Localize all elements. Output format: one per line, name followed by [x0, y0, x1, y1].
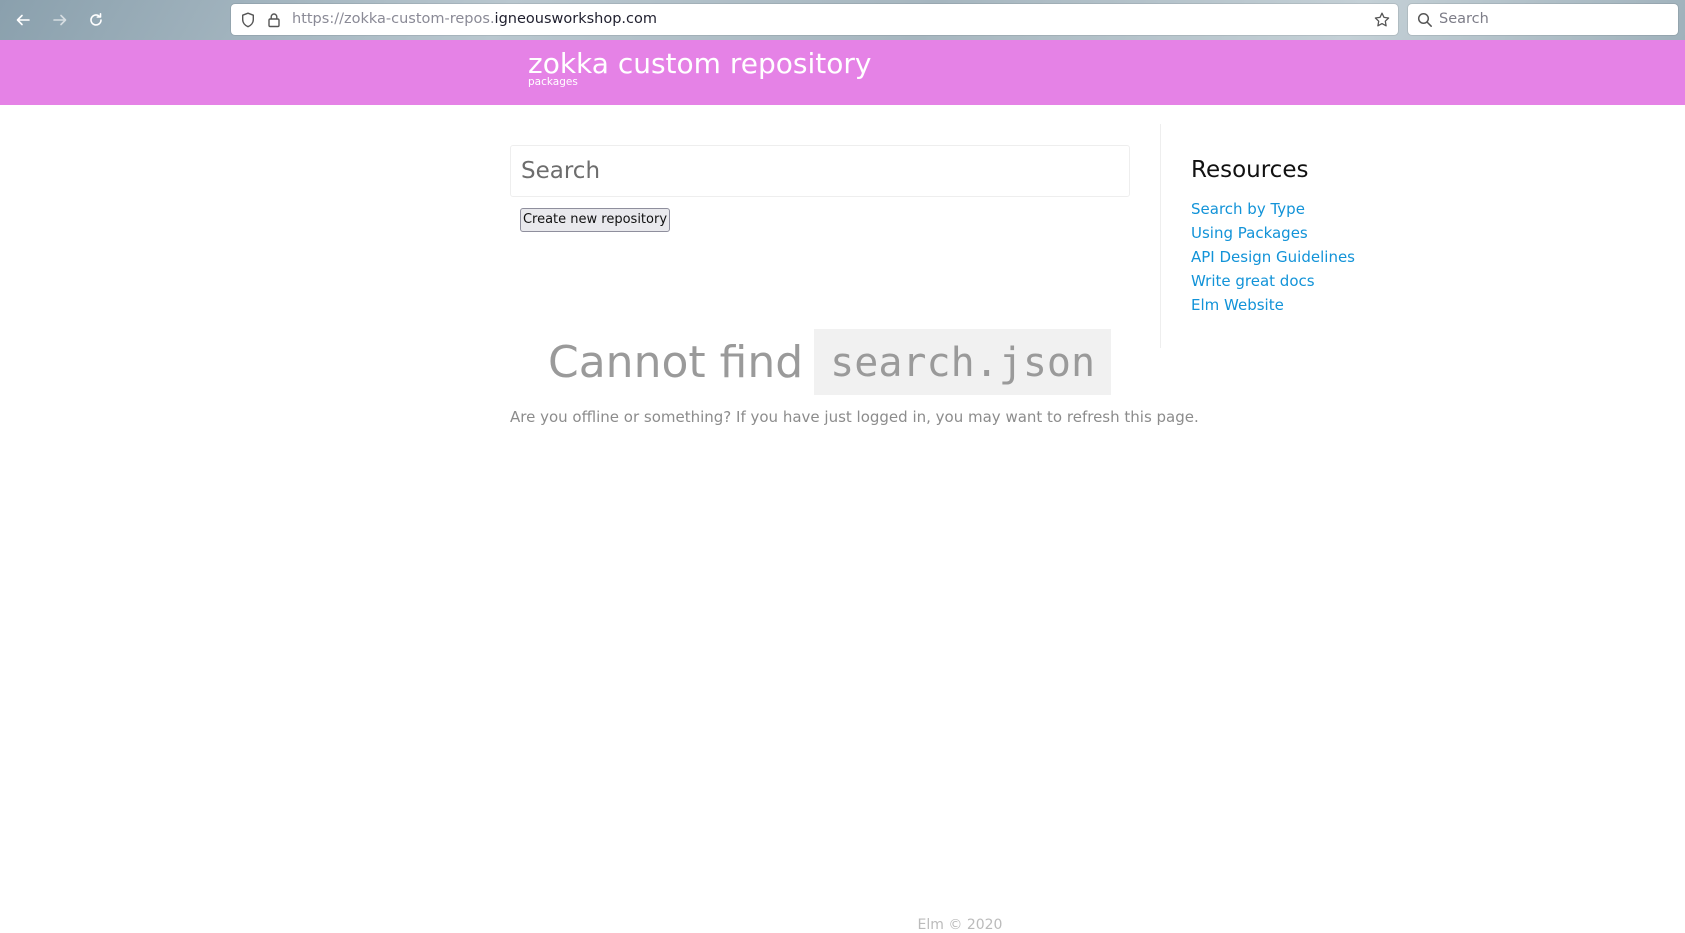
url-domain: igneousworkshop.com — [494, 11, 657, 27]
error-heading-filename: search.json — [814, 329, 1112, 395]
resource-item: Elm Website — [1191, 293, 1355, 317]
sidebar-divider — [1160, 124, 1161, 348]
error-heading: Cannot find search.json — [548, 328, 1112, 396]
url-prefix: https://zokka-custom-repos. — [292, 11, 495, 27]
resources-heading: Resources — [1191, 157, 1309, 183]
star-icon[interactable] — [1373, 11, 1391, 29]
browser-search-placeholder: Search — [1439, 11, 1489, 27]
lock-icon[interactable] — [265, 11, 283, 29]
site-subtitle: packages — [528, 76, 578, 88]
forward-arrow-icon — [53, 14, 67, 26]
browser-toolbar: https://zokka-custom-repos.igneousworksh… — [0, 0, 1685, 40]
link-using-packages[interactable]: Using Packages — [1191, 224, 1308, 242]
resource-item: Write great docs — [1191, 269, 1355, 293]
address-bar[interactable]: https://zokka-custom-repos.igneousworksh… — [231, 4, 1398, 35]
search-icon — [1417, 12, 1432, 27]
shield-icon[interactable] — [239, 11, 257, 29]
link-api-design-guidelines[interactable]: API Design Guidelines — [1191, 248, 1355, 266]
link-write-great-docs[interactable]: Write great docs — [1191, 272, 1315, 290]
resource-item: Using Packages — [1191, 221, 1355, 245]
resources-list: Search by Type Using Packages API Design… — [1191, 197, 1355, 317]
back-button[interactable] — [11, 8, 35, 32]
resource-item: Search by Type — [1191, 197, 1355, 221]
site-header: zokka custom repository packages — [0, 40, 1685, 105]
resource-item: API Design Guidelines — [1191, 245, 1355, 269]
link-elm-website[interactable]: Elm Website — [1191, 296, 1284, 314]
error-heading-text: Cannot find — [548, 336, 804, 388]
back-arrow-icon — [16, 14, 30, 26]
reload-icon — [90, 13, 102, 26]
reload-button[interactable] — [84, 8, 108, 32]
site-title[interactable]: zokka custom repository — [528, 46, 871, 82]
package-search-input[interactable] — [510, 145, 1130, 197]
forward-button[interactable] — [48, 8, 72, 32]
browser-search-box[interactable]: Search — [1408, 4, 1678, 35]
url-text[interactable]: https://zokka-custom-repos.igneousworksh… — [292, 4, 657, 35]
link-search-by-type[interactable]: Search by Type — [1191, 200, 1305, 218]
error-message: Are you offline or something? If you hav… — [510, 408, 1199, 426]
create-repository-button[interactable]: Create new repository — [520, 208, 670, 232]
